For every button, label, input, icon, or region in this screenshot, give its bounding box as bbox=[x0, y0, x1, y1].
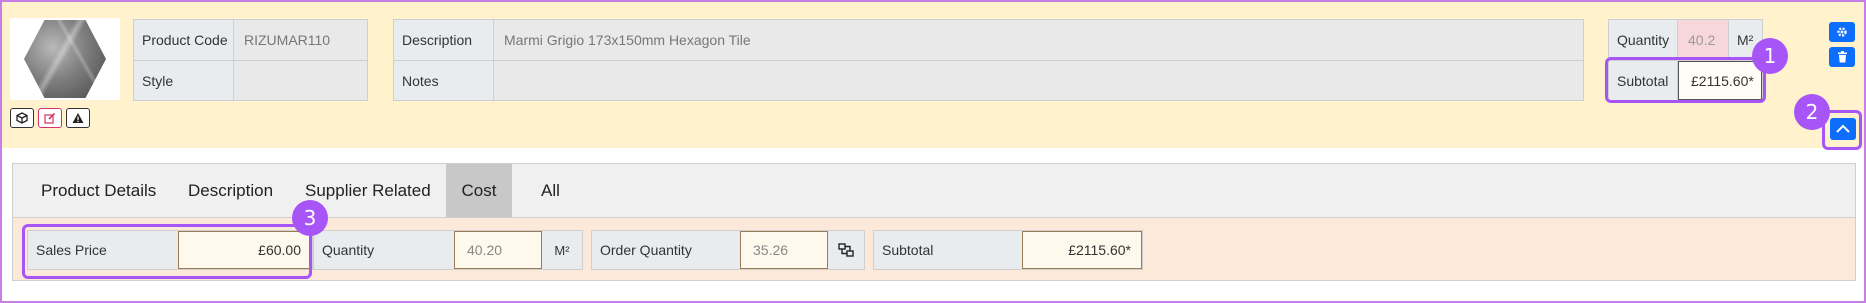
tab-description[interactable]: Description bbox=[174, 164, 287, 217]
quantity-field[interactable]: 40.2 bbox=[1678, 20, 1728, 60]
cost-quantity-unit: M² bbox=[554, 242, 570, 258]
hexagon-tile-image bbox=[24, 20, 106, 98]
order-quantity-convert-button[interactable] bbox=[828, 231, 864, 269]
notes-field[interactable] bbox=[494, 61, 1583, 100]
cost-subtotal-field: £2115.60* bbox=[1022, 231, 1142, 269]
cost-subtotal-label: Subtotal bbox=[882, 242, 934, 258]
annotation-badge-2: 2 bbox=[1794, 94, 1830, 130]
style-label: Style bbox=[134, 61, 234, 100]
order-quantity-group: Order Quantity 35.26 bbox=[591, 230, 865, 270]
cost-quantity-label: Quantity bbox=[322, 242, 375, 258]
order-quantity-input[interactable]: 35.26 bbox=[740, 231, 828, 269]
transform-icon bbox=[838, 243, 854, 257]
description-field[interactable]: Marmi Grigio 173x150mm Hexagon Tile bbox=[494, 20, 1583, 60]
tab-product-details[interactable]: Product Details bbox=[27, 164, 170, 217]
annotation-badge-3: 3 bbox=[292, 200, 328, 236]
style-field[interactable] bbox=[234, 61, 367, 100]
tab-cost[interactable]: Cost bbox=[446, 164, 512, 217]
edit-icon[interactable] bbox=[38, 108, 62, 128]
product-thumbnail[interactable] bbox=[10, 18, 120, 100]
gear-icon[interactable] bbox=[1829, 22, 1855, 42]
highlight-subtotal bbox=[1605, 57, 1766, 103]
order-quantity-label: Order Quantity bbox=[600, 242, 692, 258]
cost-quantity-input[interactable]: 40.20 bbox=[454, 231, 542, 269]
tab-all[interactable]: All bbox=[527, 164, 574, 217]
notes-label: Notes bbox=[394, 61, 494, 100]
annotation-badge-1: 1 bbox=[1752, 38, 1788, 74]
tab-bar: Product Details Description Supplier Rel… bbox=[13, 164, 1855, 218]
cost-quantity-group: Quantity 40.20 M² bbox=[313, 230, 583, 270]
trash-icon[interactable] bbox=[1829, 47, 1855, 67]
cube-icon[interactable] bbox=[10, 108, 34, 128]
description-label: Description bbox=[394, 20, 494, 60]
warning-icon[interactable] bbox=[66, 108, 90, 128]
highlight-sales-price bbox=[22, 224, 312, 279]
cost-subtotal-group: Subtotal £2115.60* bbox=[873, 230, 1143, 270]
product-code-field[interactable]: RIZUMAR110 bbox=[234, 20, 367, 60]
quantity-label: Quantity bbox=[1609, 20, 1678, 60]
product-code-label: Product Code bbox=[134, 20, 234, 60]
